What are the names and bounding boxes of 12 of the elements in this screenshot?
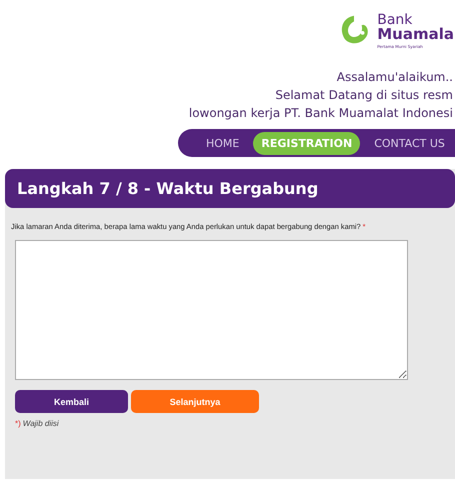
step-title: Langkah 7 / 8 - Waktu Bergabung [5, 169, 455, 208]
logo-text: Bank [377, 13, 412, 27]
greeting-text: lowongan kerja PT. Bank Muamalat Indonesi [188, 105, 453, 122]
footnote-text: Wajib diisi [22, 419, 59, 428]
nav-button[interactable]: Kembali [15, 390, 128, 413]
required-mark: *) [15, 419, 21, 428]
nav-tab[interactable]: HOME [198, 132, 248, 154]
answer-field[interactable] [15, 240, 408, 380]
nav-tab[interactable]: CONTACT US [366, 132, 453, 154]
logo-text: Muamala [377, 27, 454, 42]
greeting-text: Selamat Datang di situs resm [275, 87, 453, 104]
greeting-text: Assalamu'alaikum.. [336, 69, 453, 86]
